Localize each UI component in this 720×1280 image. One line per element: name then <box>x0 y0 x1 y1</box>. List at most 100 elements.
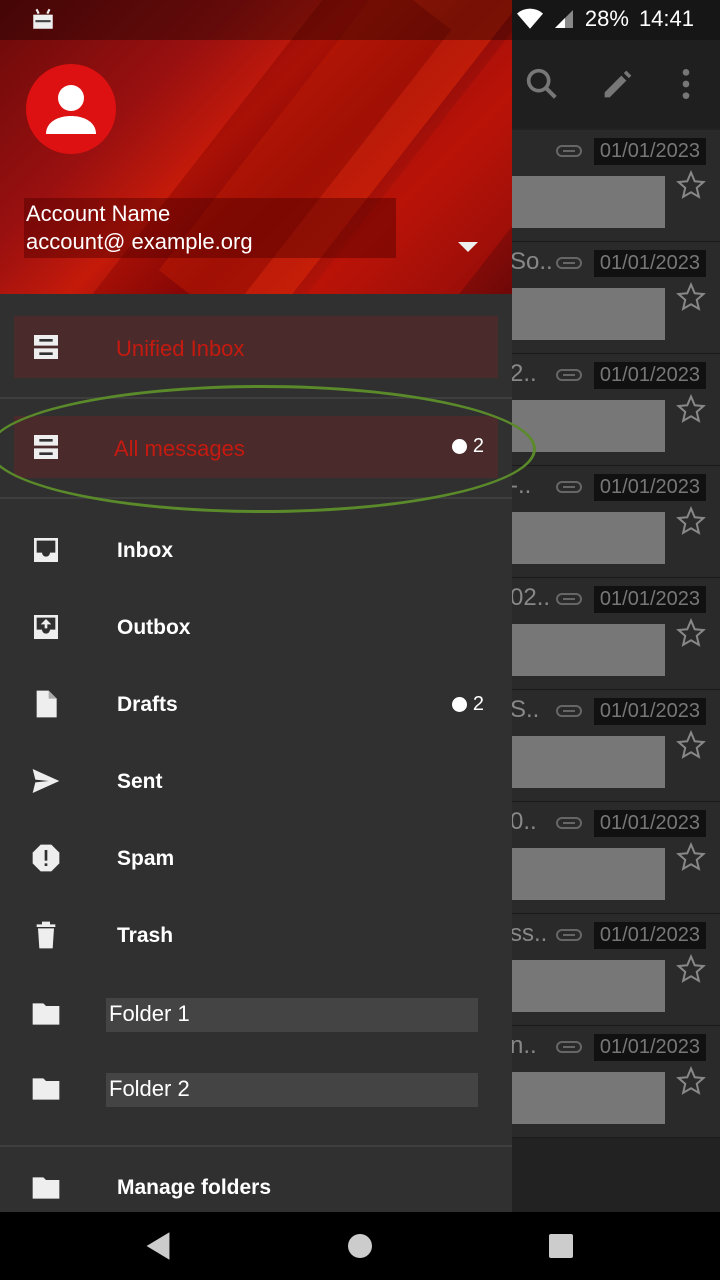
spam-icon <box>30 842 62 874</box>
star-icon[interactable] <box>676 729 706 760</box>
attachment-icon <box>556 1040 582 1054</box>
message-snippet: 02.. <box>510 584 551 611</box>
home-icon[interactable] <box>346 1232 374 1260</box>
attachment-icon <box>556 704 582 718</box>
compose-icon[interactable] <box>598 64 638 104</box>
message-snippet: -.. <box>510 472 532 499</box>
inbox-icon <box>30 534 62 566</box>
wifi-icon <box>516 8 543 29</box>
recents-icon[interactable] <box>548 1233 574 1259</box>
star-icon[interactable] <box>676 505 706 536</box>
message-snippet: n.. <box>510 1032 537 1059</box>
manage-folders-label: Manage folders <box>117 1176 272 1199</box>
unread-count: 2 <box>472 693 484 715</box>
unread-dot <box>451 697 467 712</box>
message-preview <box>510 400 665 452</box>
send-icon <box>30 765 62 797</box>
message-snippet: 0.. <box>510 808 537 835</box>
clock: 14:41 <box>638 6 694 31</box>
status-bar: 28% 14:41 <box>0 0 720 40</box>
search-icon[interactable] <box>522 64 562 104</box>
message-preview <box>510 288 665 340</box>
folder-name: Folder 2 <box>106 1073 478 1107</box>
drawer-item-label: All messages <box>114 436 245 461</box>
outbox-icon <box>30 611 62 643</box>
message-snippet: So.. <box>510 248 553 275</box>
drawer-item-trash[interactable] <box>0 903 512 969</box>
star-icon[interactable] <box>676 393 706 424</box>
drafts-icon <box>30 688 62 720</box>
divider <box>0 497 512 499</box>
person-icon <box>46 85 96 134</box>
attachment-icon <box>556 480 582 494</box>
unread-dot <box>451 439 467 454</box>
folder-name: Trash <box>117 924 174 947</box>
unread-badge: 2 <box>451 693 484 716</box>
message-date: 01/01/2023 <box>593 810 706 837</box>
message-preview <box>510 736 665 788</box>
message-preview <box>510 512 665 564</box>
message-snippet: ss.. <box>510 920 548 947</box>
attachment-icon <box>556 592 582 606</box>
inbox-stack-icon <box>30 331 62 363</box>
battery-level: 28% <box>584 6 629 31</box>
message-preview <box>510 960 665 1012</box>
star-icon[interactable] <box>676 953 706 984</box>
message-date: 01/01/2023 <box>593 1034 706 1061</box>
more-options-icon[interactable] <box>666 64 706 104</box>
star-icon[interactable] <box>676 281 706 312</box>
folder-icon <box>30 1172 62 1204</box>
folder-icon <box>30 998 62 1030</box>
attachment-icon <box>556 816 582 830</box>
drawer-item-inbox[interactable] <box>0 518 512 584</box>
attachment-icon <box>556 144 582 158</box>
attachment-icon <box>556 256 582 270</box>
unread-count: 2 <box>472 435 484 457</box>
attachment-icon <box>556 368 582 382</box>
message-preview <box>510 848 665 900</box>
folder-name: Outbox <box>117 616 191 639</box>
message-date: 01/01/2023 <box>593 362 706 389</box>
android-debug-icon <box>33 8 53 29</box>
message-snippet: S.. <box>510 696 540 723</box>
folder-name: Drafts <box>117 693 178 716</box>
message-date: 01/01/2023 <box>593 698 706 725</box>
star-icon[interactable] <box>676 1065 706 1096</box>
account-header: Account Name account@ example.org <box>0 0 512 294</box>
unread-badge: 2 <box>451 435 484 458</box>
message-date: 01/01/2023 <box>593 474 706 501</box>
system-navigation-bar <box>0 1212 720 1280</box>
avatar[interactable] <box>26 64 116 154</box>
message-date: 01/01/2023 <box>593 138 706 165</box>
star-icon[interactable] <box>676 169 706 200</box>
folder-icon <box>30 1073 62 1105</box>
divider <box>0 397 512 399</box>
account-name: Account Name <box>26 201 171 226</box>
message-snippet: 2.. <box>510 360 537 387</box>
star-icon[interactable] <box>676 617 706 648</box>
account-email: account@ example.org <box>26 229 253 254</box>
message-preview <box>510 1072 665 1124</box>
drawer-item-outbox[interactable] <box>0 595 512 661</box>
folder-name: Inbox <box>117 539 173 562</box>
drawer-item-all-messages[interactable] <box>14 416 498 478</box>
drawer-item-sent[interactable] <box>0 749 512 815</box>
manage-folders-item[interactable]: Manage folders <box>0 1152 512 1212</box>
back-icon[interactable] <box>144 1230 172 1262</box>
attachment-icon <box>556 928 582 942</box>
folder-name: Folder 1 <box>106 998 478 1032</box>
divider <box>0 1145 512 1147</box>
message-date: 01/01/2023 <box>593 586 706 613</box>
account-dropdown-icon[interactable] <box>458 242 478 252</box>
star-icon[interactable] <box>676 841 706 872</box>
drawer-item-unified-inbox[interactable] <box>14 316 498 378</box>
cell-signal-icon <box>554 10 573 28</box>
folder-name: Spam <box>117 847 175 870</box>
drawer-item-label: Unified Inbox <box>116 336 245 361</box>
message-date: 01/01/2023 <box>593 250 706 277</box>
folder-name: Sent <box>117 770 163 793</box>
navigation-drawer: Account Name account@ example.org Unifie… <box>0 0 512 1212</box>
drawer-item-drafts[interactable] <box>0 672 512 738</box>
drawer-item-spam[interactable] <box>0 826 512 892</box>
inbox-stack-icon <box>30 431 62 463</box>
